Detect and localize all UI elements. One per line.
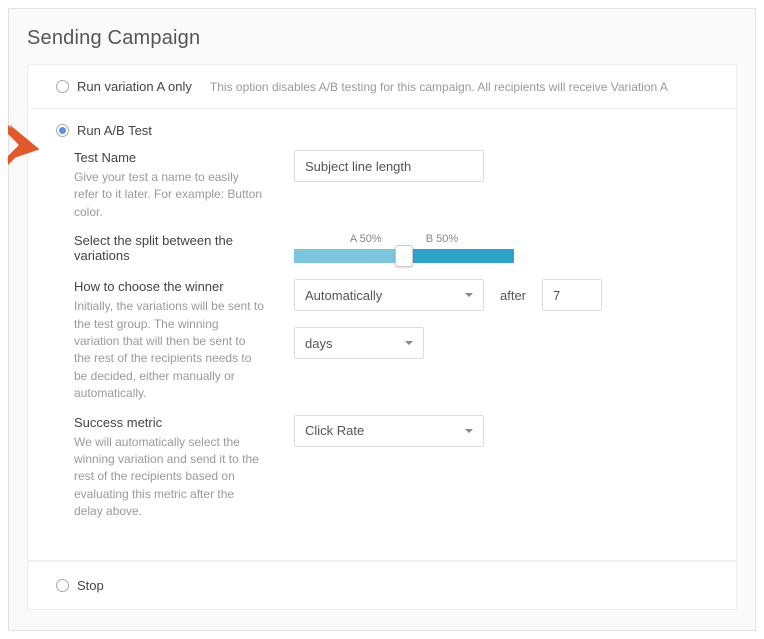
winner-method-select[interactable]: Automatically bbox=[294, 279, 484, 311]
variation-a-hint: This option disables A/B testing for thi… bbox=[210, 80, 668, 94]
split-slider[interactable]: A 50% B 50% bbox=[294, 233, 514, 263]
test-name-title: Test Name bbox=[74, 150, 264, 165]
radio-ab-test-label: Run A/B Test bbox=[77, 123, 152, 138]
test-name-input[interactable] bbox=[294, 150, 484, 182]
winner-desc: Initially, the variations will be sent t… bbox=[74, 298, 264, 402]
delay-unit-select[interactable]: days bbox=[294, 327, 424, 359]
split-handle[interactable] bbox=[395, 245, 413, 267]
metric-desc: We will automatically select the winning… bbox=[74, 434, 264, 521]
split-track-b bbox=[404, 249, 514, 263]
sending-campaign-panel: Sending Campaign Run variation A only Th… bbox=[8, 8, 756, 631]
radio-stop-label: Stop bbox=[77, 578, 104, 593]
radio-variation-a[interactable] bbox=[56, 80, 69, 93]
winner-method-value: Automatically bbox=[305, 288, 382, 303]
split-label-b: B 50% bbox=[426, 233, 458, 245]
split-title: Select the split between the variations bbox=[74, 233, 264, 263]
split-label-a: A 50% bbox=[350, 233, 382, 245]
after-label: after bbox=[500, 288, 526, 303]
metric-value: Click Rate bbox=[305, 423, 364, 438]
option-variation-a: Run variation A only This option disable… bbox=[28, 65, 736, 109]
option-ab-test: Run A/B Test Test Name Give your test a … bbox=[28, 109, 736, 561]
winner-title: How to choose the winner bbox=[74, 279, 264, 294]
delay-value-input[interactable] bbox=[542, 279, 602, 311]
radio-variation-a-label: Run variation A only bbox=[77, 79, 192, 94]
metric-title: Success metric bbox=[74, 415, 264, 430]
page-title: Sending Campaign bbox=[27, 9, 737, 64]
field-split: Select the split between the variations … bbox=[56, 233, 714, 267]
field-winner: How to choose the winner Initially, the … bbox=[56, 279, 714, 402]
options-card: Run variation A only This option disable… bbox=[27, 64, 737, 610]
option-stop: Stop bbox=[28, 561, 736, 609]
test-name-desc: Give your test a name to easily refer to… bbox=[74, 169, 264, 221]
field-test-name: Test Name Give your test a name to easil… bbox=[56, 150, 714, 221]
metric-select[interactable]: Click Rate bbox=[294, 415, 484, 447]
delay-unit-value: days bbox=[305, 336, 332, 351]
split-track[interactable] bbox=[294, 249, 514, 263]
radio-ab-test[interactable] bbox=[56, 124, 69, 137]
split-track-a bbox=[294, 249, 404, 263]
field-metric: Success metric We will automatically sel… bbox=[56, 415, 714, 521]
radio-stop[interactable] bbox=[56, 579, 69, 592]
